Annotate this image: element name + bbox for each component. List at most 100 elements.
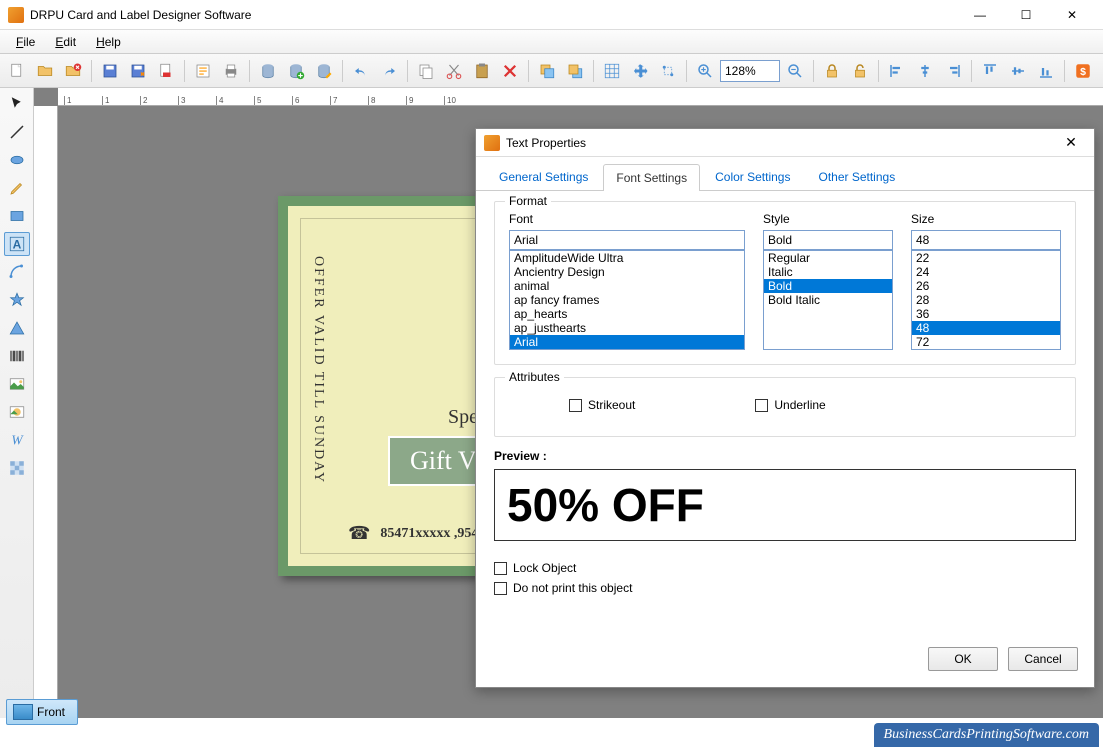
- size-listbox[interactable]: 2022242628364872: [911, 250, 1061, 350]
- list-item[interactable]: 22: [912, 251, 1060, 265]
- pencil-tool-icon[interactable]: [4, 176, 30, 200]
- copy-icon[interactable]: [413, 58, 439, 84]
- save-as-icon[interactable]: [125, 58, 151, 84]
- undo-icon[interactable]: [348, 58, 374, 84]
- pattern-tool-icon[interactable]: [4, 456, 30, 480]
- strikeout-chk[interactable]: [569, 399, 582, 412]
- barcode-tool-icon[interactable]: [4, 344, 30, 368]
- list-item[interactable]: Bold: [764, 279, 892, 293]
- list-item[interactable]: animal: [510, 279, 744, 293]
- style-listbox[interactable]: RegularItalicBoldBold Italic: [763, 250, 893, 350]
- list-item[interactable]: 24: [912, 265, 1060, 279]
- menu-help[interactable]: Help: [86, 33, 131, 51]
- align-right-icon[interactable]: [940, 58, 966, 84]
- do-not-print-chk[interactable]: [494, 582, 507, 595]
- menu-edit[interactable]: Edit: [45, 33, 86, 51]
- export-pdf-icon[interactable]: [153, 58, 179, 84]
- list-item[interactable]: 36: [912, 307, 1060, 321]
- ellipse-tool-icon[interactable]: [4, 148, 30, 172]
- pointer-tool-icon[interactable]: [4, 92, 30, 116]
- underline-checkbox[interactable]: Underline: [755, 398, 825, 412]
- db-icon[interactable]: [255, 58, 281, 84]
- font-input[interactable]: [509, 230, 745, 250]
- page-tab-front[interactable]: Front: [6, 699, 78, 725]
- line-tool-icon[interactable]: [4, 120, 30, 144]
- card-vertical-text[interactable]: OFFER VALID TILL SUNDAY: [310, 256, 326, 484]
- tab-font-settings[interactable]: Font Settings: [603, 164, 700, 191]
- ok-button[interactable]: OK: [928, 647, 998, 671]
- preview-label: Preview :: [494, 449, 1076, 463]
- format-legend: Format: [505, 194, 551, 208]
- delete-icon[interactable]: [497, 58, 523, 84]
- paste-icon[interactable]: [469, 58, 495, 84]
- db-edit-icon[interactable]: [311, 58, 337, 84]
- align-center-h-icon[interactable]: [912, 58, 938, 84]
- minimize-button[interactable]: —: [957, 0, 1003, 30]
- new-icon[interactable]: [4, 58, 30, 84]
- list-item[interactable]: Italic: [764, 265, 892, 279]
- underline-chk[interactable]: [755, 399, 768, 412]
- grid-icon[interactable]: [599, 58, 625, 84]
- wordart-tool-icon[interactable]: W: [4, 428, 30, 452]
- do-not-print-checkbox[interactable]: Do not print this object: [494, 581, 1076, 595]
- align-left-icon[interactable]: [884, 58, 910, 84]
- zoom-input[interactable]: [720, 60, 780, 82]
- card-phone[interactable]: ☎ 85471xxxxx ,9546: [348, 523, 485, 544]
- list-item[interactable]: ap_justhearts: [510, 321, 744, 335]
- cut-icon[interactable]: [441, 58, 467, 84]
- format-fieldset: Format Font AmplitudeWide BoldAmplitudeW…: [494, 201, 1076, 365]
- close-file-icon[interactable]: [60, 58, 86, 84]
- lock-object-checkbox[interactable]: Lock Object: [494, 561, 1076, 575]
- align-top-icon[interactable]: [977, 58, 1003, 84]
- font-listbox[interactable]: AmplitudeWide BoldAmplitudeWide UltraAnc…: [509, 250, 745, 350]
- clipart-tool-icon[interactable]: [4, 400, 30, 424]
- list-item[interactable]: 48: [912, 321, 1060, 335]
- price-icon[interactable]: $: [1070, 58, 1096, 84]
- tab-general-settings[interactable]: General Settings: [486, 163, 601, 190]
- save-icon[interactable]: [97, 58, 123, 84]
- list-item[interactable]: 26: [912, 279, 1060, 293]
- style-input[interactable]: [763, 230, 893, 250]
- bring-front-icon[interactable]: [534, 58, 560, 84]
- close-button[interactable]: ✕: [1049, 0, 1095, 30]
- list-item[interactable]: ap_hearts: [510, 307, 744, 321]
- strikeout-checkbox[interactable]: Strikeout: [569, 398, 635, 412]
- image-tool-icon[interactable]: [4, 372, 30, 396]
- align-middle-icon[interactable]: [1005, 58, 1031, 84]
- maximize-button[interactable]: ☐: [1003, 0, 1049, 30]
- dialog-close-button[interactable]: ✕: [1056, 131, 1086, 155]
- list-item[interactable]: Arial: [510, 335, 744, 349]
- tab-color-settings[interactable]: Color Settings: [702, 163, 803, 190]
- unlock-icon[interactable]: [847, 58, 873, 84]
- resize-icon[interactable]: [655, 58, 681, 84]
- move-icon[interactable]: [627, 58, 653, 84]
- attributes-legend: Attributes: [505, 370, 564, 384]
- list-item[interactable]: Bold Italic: [764, 293, 892, 307]
- redo-icon[interactable]: [376, 58, 402, 84]
- triangle-tool-icon[interactable]: [4, 316, 30, 340]
- cancel-button[interactable]: Cancel: [1008, 647, 1078, 671]
- list-item[interactable]: Regular: [764, 251, 892, 265]
- text-tool-icon[interactable]: A: [4, 232, 30, 256]
- star-tool-icon[interactable]: [4, 288, 30, 312]
- arc-tool-icon[interactable]: [4, 260, 30, 284]
- lock-object-chk[interactable]: [494, 562, 507, 575]
- size-input[interactable]: [911, 230, 1061, 250]
- open-icon[interactable]: [32, 58, 58, 84]
- list-item[interactable]: 28: [912, 293, 1060, 307]
- menu-file[interactable]: File: [6, 33, 45, 51]
- align-bottom-icon[interactable]: [1033, 58, 1059, 84]
- list-item[interactable]: 72: [912, 335, 1060, 349]
- list-item[interactable]: Ancientry Design: [510, 265, 744, 279]
- list-item[interactable]: ap fancy frames: [510, 293, 744, 307]
- zoom-in-icon[interactable]: [692, 58, 718, 84]
- properties-icon[interactable]: [190, 58, 216, 84]
- db-add-icon[interactable]: [283, 58, 309, 84]
- send-back-icon[interactable]: [562, 58, 588, 84]
- list-item[interactable]: AmplitudeWide Ultra: [510, 251, 744, 265]
- lock-icon[interactable]: [819, 58, 845, 84]
- zoom-out-icon[interactable]: [782, 58, 808, 84]
- print-icon[interactable]: [218, 58, 244, 84]
- tab-other-settings[interactable]: Other Settings: [805, 163, 908, 190]
- rectangle-tool-icon[interactable]: [4, 204, 30, 228]
